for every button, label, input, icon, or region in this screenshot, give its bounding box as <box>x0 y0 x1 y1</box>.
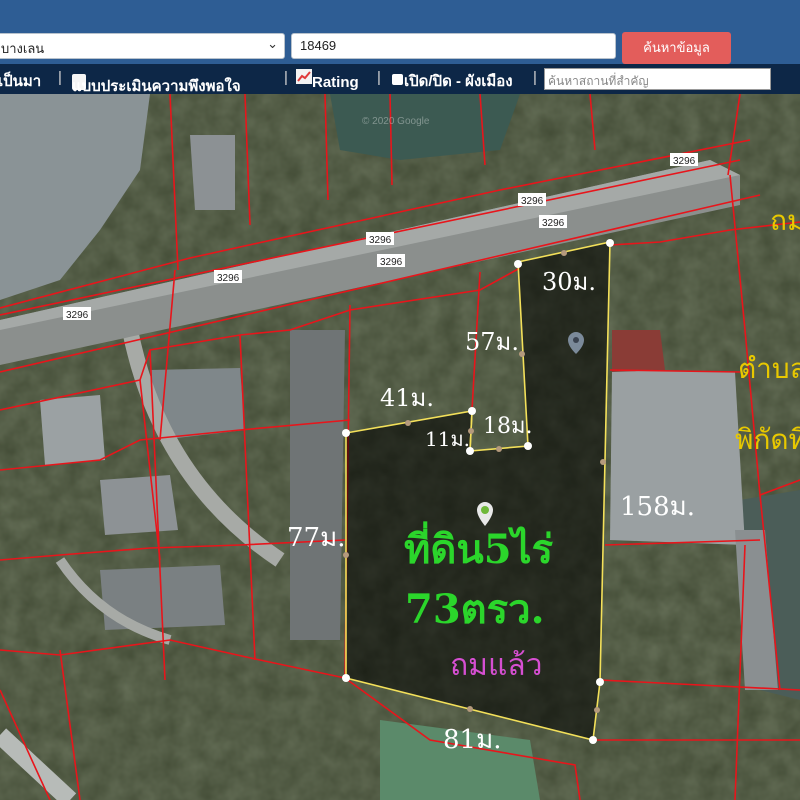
building-roof <box>290 330 345 640</box>
dimension-notch-a: 11ม. <box>425 427 470 451</box>
edge-label-low: พิกัดที่ <box>735 420 800 456</box>
road-number-label: 3296 <box>542 218 565 229</box>
parcel-number-input[interactable]: 18469 <box>291 33 616 59</box>
rating-label: Rating <box>312 74 359 91</box>
chart-icon <box>296 69 312 84</box>
dimension-right: 158ม. <box>620 492 695 522</box>
city-plan-toggle-label: เปิด/ปิด - ผังเมือง <box>404 73 513 90</box>
toolbar-separator: | <box>533 69 537 86</box>
rating-link[interactable]: Rating <box>296 69 359 91</box>
edge-label-mid: ตำบล <box>738 352 800 385</box>
building-roof <box>612 330 665 372</box>
dimension-left: 77ม. <box>287 523 346 553</box>
dimension-top: 30ม. <box>542 268 596 296</box>
land-status-label: ถมแล้ว <box>450 648 543 683</box>
search-button[interactable]: ค้นหาข้อมูล <box>622 32 731 64</box>
toolbar-separator: | <box>377 69 381 86</box>
road-number-label: 3296 <box>217 273 240 284</box>
dimension-bottom: 81ม. <box>443 725 502 755</box>
city-plan-checkbox[interactable] <box>392 74 403 85</box>
satellite-map[interactable]: 3296 3296 3296 3296 3296 3296 3296 © 202… <box>0 94 800 800</box>
dimension-notch-b: 18ม. <box>483 414 533 439</box>
road-number-label: 3296 <box>673 156 696 167</box>
chevron-down-icon: ⌄ <box>267 36 278 51</box>
building-roof <box>100 475 178 535</box>
toolbar-separator: | <box>284 69 288 86</box>
map-watermark: © 2020 Google <box>362 116 430 127</box>
toolbar-separator: | <box>58 69 62 86</box>
history-link[interactable]: เป็นมา <box>0 69 41 93</box>
area-text-wa: 73ตรว. <box>405 586 545 633</box>
road-number-label: 3296 <box>521 196 544 207</box>
building-roof <box>190 135 235 210</box>
road-number-label: 3296 <box>66 310 89 321</box>
district-select-value: บางเลน <box>1 41 45 56</box>
place-search-input[interactable]: ค้นหาสถานที่สำคัญ <box>544 68 771 90</box>
top-header-bar: บางเลน ⌄ 18469 ค้นหาข้อมูล <box>0 0 800 64</box>
area-text-rai: ที่ดิน5ไร่ <box>404 521 554 573</box>
dimension-left-mid: 41ม. <box>380 384 434 412</box>
city-plan-toggle[interactable]: เปิด/ปิด - ผังเมือง <box>392 69 513 93</box>
road-number-label: 3296 <box>369 235 392 246</box>
district-select[interactable]: บางเลน ⌄ <box>0 33 285 59</box>
dimension-left-upper: 57ม. <box>465 328 519 356</box>
field-area <box>330 94 520 160</box>
edge-label-top: ถม <box>770 204 800 237</box>
road-number-label: 3296 <box>380 257 403 268</box>
building-roof <box>40 395 105 465</box>
